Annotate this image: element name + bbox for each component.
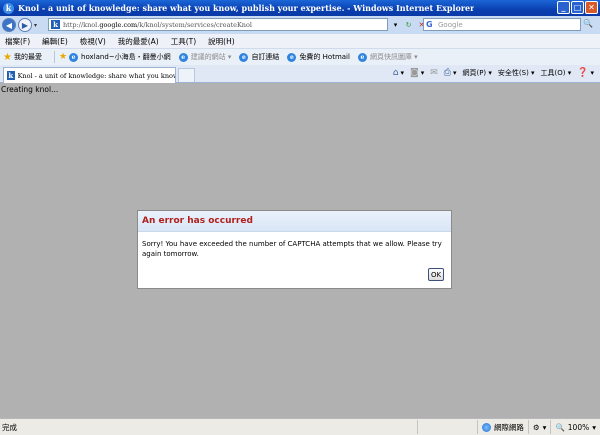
status-bar: 完成 網際網路 ⚙ ▾ 🔍 100% ▾ — [0, 418, 600, 435]
window-controls: _ □ ✕ — [557, 1, 598, 14]
tools-menu[interactable]: 工具(O) ▾ — [541, 68, 572, 78]
new-tab-button[interactable] — [178, 68, 195, 82]
favorites-center-button[interactable]: ★ 我的最愛 — [3, 52, 42, 63]
menu-edit[interactable]: 編輯(E) — [42, 36, 68, 47]
internet-globe-icon — [481, 422, 491, 432]
favorite-link-label: 免費的 Hotmail — [299, 53, 350, 61]
search-go-icon[interactable]: 🔍 — [583, 19, 595, 30]
address-toolbar: ◀ ▶ ▾ k http://knol.google.com/k/knol/sy… — [0, 16, 600, 34]
home-icon: ⌂ — [392, 68, 399, 78]
window-titlebar: k Knol - a unit of knowledge: share what… — [0, 0, 600, 16]
rss-icon: ◙ — [409, 68, 419, 78]
favorite-link-hotmail[interactable]: e 免費的 Hotmail — [287, 52, 350, 62]
home-button[interactable]: ⌂ ▾ — [393, 68, 404, 78]
dialog-title: An error has occurred — [142, 216, 253, 226]
favorite-link-label: 自訂連結 — [251, 53, 280, 61]
minimize-button[interactable]: _ — [557, 1, 570, 14]
status-empty-cell — [416, 420, 477, 434]
tab-knol[interactable]: k Knol - a unit of knowledge: share what… — [3, 67, 176, 83]
tab-favicon-icon: k — [7, 71, 15, 80]
error-dialog: An error has occurred Sorry! You have ex… — [137, 210, 452, 289]
favorite-link-hoxland[interactable]: e hoxland~小海島・翻曼小網 — [69, 52, 171, 62]
address-buttons: ▾ ↻ ✕ — [390, 19, 427, 30]
refresh-icon[interactable]: ↻ — [403, 19, 414, 30]
window-title: Knol - a unit of knowledge: share what y… — [18, 3, 475, 13]
ie-page-icon: e — [357, 52, 367, 62]
command-bar: ⌂ ▾ ◙ ▾ ✉ ⎙ ▾ 網頁(P) ▾ 安全性(S) ▾ 工具(O) ▾ ❓ ▾ — [393, 68, 594, 78]
menu-help[interactable]: 說明(H) — [208, 36, 235, 47]
print-button[interactable]: ⎙ ▾ — [444, 68, 457, 78]
search-placeholder: Google — [438, 20, 463, 29]
favorites-divider — [53, 51, 55, 63]
ie-page-icon: e — [69, 52, 79, 62]
zoom-level: 100% — [567, 422, 590, 432]
knol-app-icon: k — [3, 2, 14, 14]
ok-button[interactable]: OK — [428, 268, 444, 281]
menu-favorites[interactable]: 我的最愛(A) — [118, 36, 159, 47]
safety-menu[interactable]: 安全性(S) ▾ — [498, 68, 535, 78]
menu-bar: 檔案(F) 編輯(E) 檢視(V) 我的最愛(A) 工具(T) 說明(H) — [0, 34, 600, 48]
favorite-link-custom-links[interactable]: e 自訂連結 — [239, 52, 279, 62]
back-button[interactable]: ◀ — [2, 18, 16, 32]
favorites-star-icon: ★ — [3, 51, 12, 63]
ie-page-icon: e — [287, 52, 297, 62]
favorite-link-suggested-sites[interactable]: e 建議的網站 ▾ — [178, 52, 232, 62]
dialog-header: An error has occurred — [138, 211, 451, 232]
zoom-dropdown-icon: ▾ — [592, 422, 596, 432]
menu-file[interactable]: 檔案(F) — [5, 36, 30, 47]
security-zone[interactable]: 網際網路 — [476, 420, 528, 434]
zone-label: 網際網路 — [493, 422, 524, 432]
menu-view[interactable]: 檢視(V) — [80, 36, 106, 47]
favorite-link-web-slice-gallery[interactable]: e 網頁快訊圖庫 ▾ — [357, 52, 418, 62]
menu-tools[interactable]: 工具(T) — [171, 36, 196, 47]
loading-text: Creating knol... — [1, 85, 59, 94]
feeds-button[interactable]: ◙ ▾ — [410, 68, 424, 78]
favorite-link-label: 網頁快訊圖庫 ▾ — [369, 53, 418, 61]
help-icon: ❓ — [577, 68, 589, 78]
tab-title: Knol - a unit of knowledge: share what y… — [17, 71, 175, 80]
recent-pages-dropdown-icon[interactable]: ▾ — [34, 22, 37, 29]
favorites-label: 我的最愛 — [13, 53, 42, 61]
address-input[interactable]: k http://knol.google.com/k/knol/system/s… — [48, 18, 388, 31]
status-text: 完成 — [2, 422, 17, 432]
mail-icon: ✉ — [430, 68, 438, 78]
ie-page-icon: e — [239, 52, 249, 62]
tab-bar: k Knol - a unit of knowledge: share what… — [0, 65, 600, 83]
page-menu[interactable]: 網頁(P) ▾ — [462, 68, 491, 78]
dialog-message: Sorry! You have exceeded the number of C… — [142, 240, 442, 258]
favorite-link-label: 建議的網站 ▾ — [190, 53, 232, 61]
url-text: http://knol.google.com/k/knol/system/ser… — [63, 20, 252, 29]
zoom-icon: 🔍 — [555, 422, 565, 432]
zoom-control[interactable]: 🔍 100% ▾ — [550, 420, 600, 434]
maximize-button[interactable]: □ — [571, 1, 584, 14]
google-search-icon: G — [426, 19, 433, 29]
favorites-bar: ★ 我的最愛 ★ e hoxland~小海島・翻曼小網 e 建議的網站 ▾ e … — [0, 48, 600, 65]
search-input[interactable]: G Google — [423, 18, 581, 31]
ie-page-icon: e — [178, 52, 188, 62]
protected-mode[interactable]: ⚙ ▾ — [527, 420, 551, 434]
close-window-button[interactable]: ✕ — [585, 1, 598, 14]
protected-mode-dropdown-icon: ▾ — [542, 422, 547, 432]
forward-button[interactable]: ▶ — [18, 18, 32, 32]
print-icon: ⎙ — [443, 68, 451, 78]
help-button[interactable]: ❓ ▾ — [577, 68, 594, 78]
page-content: Creating knol... An error has occurred S… — [0, 84, 600, 418]
site-favicon-icon: k — [51, 20, 60, 29]
read-mail-button[interactable]: ✉ — [430, 68, 438, 78]
add-favorite-icon[interactable]: ★ — [59, 52, 67, 62]
address-dropdown-icon[interactable]: ▾ — [390, 19, 401, 30]
status-bar-right: 網際網路 ⚙ ▾ 🔍 100% ▾ — [416, 419, 600, 435]
favorite-link-label: hoxland~小海島・翻曼小網 — [81, 53, 171, 61]
protected-mode-icon: ⚙ — [532, 422, 540, 432]
